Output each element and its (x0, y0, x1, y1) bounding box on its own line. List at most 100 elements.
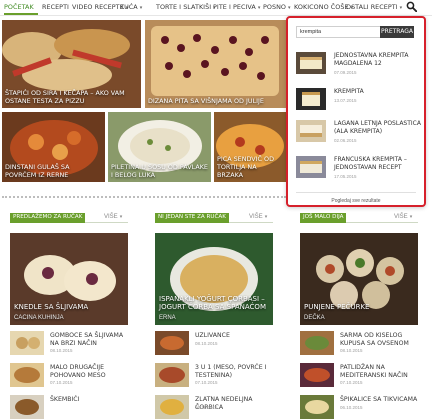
list-thumbnail (155, 331, 189, 355)
hero-caption: Pica sendvič od tortilja na brzaka (217, 155, 274, 179)
section-header: Ni jedan ste za ručak Više ▾ (155, 213, 273, 223)
list-item[interactable]: Malo drugačije pohovano meso 07.10.2015 (10, 363, 128, 391)
featured-card[interactable]: Punjene pečurke Dečka (300, 233, 418, 325)
nav-item-pocetak[interactable]: Početak (4, 3, 34, 11)
popup-divider (296, 192, 416, 193)
list-item-title: 3 u 1 (meso, povrće i testenina) (195, 364, 267, 379)
list-item[interactable]: Gomboce sa šljivama na brzi način 08.10.… (10, 331, 128, 359)
list-thumbnail (155, 363, 189, 387)
nav-label: Recepti (42, 3, 69, 11)
hero-tile-dizana-pita[interactable]: Dizana pita sa višnjama od Julije (145, 20, 286, 108)
featured-image (300, 233, 418, 325)
hero-caption: Dizana pita sa višnjama od Julije (148, 97, 264, 105)
featured-image (10, 233, 128, 325)
list-item-date: 08.10.2015 (195, 341, 218, 346)
list-thumbnail (300, 395, 334, 419)
list-item-date: 06.10.2015 (195, 405, 218, 410)
view-all-results-link[interactable]: Pogledaj sve rezultate (288, 198, 424, 204)
result-date: 02.06.2015 (334, 138, 357, 143)
list-item-title: Patlidžan na mediteranski način (340, 364, 408, 379)
hero-caption: Dinstani gulaš sa povrćem iz rerne (5, 163, 70, 179)
list-item[interactable]: Patlidžan na mediteranski način 07.10.20… (300, 363, 418, 391)
nav-label: Početak (4, 3, 34, 11)
chevron-down-icon: ▾ (399, 5, 403, 11)
result-title: Francuska krempita – jednostavan recept (334, 156, 407, 171)
list-item[interactable]: 3 u 1 (meso, povrće i testenina) 07.10.2… (155, 363, 273, 391)
nav-item-posno[interactable]: Posno ▾ (263, 3, 291, 11)
list-thumbnail (300, 331, 334, 355)
list-thumbnail (10, 395, 44, 419)
section-title: Još malo dija (300, 213, 347, 223)
list-item-date: 06.10.2015 (340, 405, 363, 410)
section-ni-jedan: Ni jedan ste za ručak Više ▾ Ispanakli Yo… (155, 213, 273, 419)
hero-caption: Piletina u sosu od pavlake i belog luka (111, 163, 208, 179)
search-popup: Pretraga Jednostavna krempita Magdalena … (286, 16, 426, 207)
nav-label: Kuća (120, 3, 138, 11)
featured-image (155, 233, 273, 325)
hero-tile-piletina[interactable]: Piletina u sosu od pavlake i belog luka (108, 112, 211, 182)
nav-item-recepti[interactable]: Recepti (42, 3, 69, 11)
list-item-title: Uzlivance (195, 332, 230, 339)
list-item[interactable]: Zlatna nedeljna čorbica 06.10.2015 (155, 395, 273, 420)
search-result[interactable]: Lagana letnja poslastica (ala krempita) … (296, 120, 421, 152)
featured-card[interactable]: Ispanakli Yoğurt Çorbası – Jogurt čorba … (155, 233, 273, 325)
result-thumbnail (296, 52, 326, 74)
more-dropdown[interactable]: Više ▾ (104, 214, 122, 220)
hero-image (145, 20, 286, 108)
list-item-title: Špikalice sa tikvicama (340, 396, 418, 403)
chevron-down-icon: ▾ (257, 5, 261, 11)
search-result[interactable]: Krempita 13.07.2015 (296, 88, 420, 120)
list-item-date: 07.10.2015 (50, 380, 73, 385)
list-thumbnail (10, 363, 44, 387)
featured-author: Dečka (304, 315, 325, 321)
result-thumbnail (296, 88, 326, 110)
search-input[interactable] (296, 26, 386, 38)
result-title: Jednostavna krempita Magdalena 12 (334, 52, 409, 67)
featured-card[interactable]: Knedle sa šljivama Cacina kuhinja (10, 233, 128, 325)
list-item-date: 08.10.2015 (50, 348, 73, 353)
list-item[interactable]: Uzlivance 08.10.2015 (155, 331, 273, 359)
list-thumbnail (10, 331, 44, 355)
chevron-down-icon: ▾ (288, 5, 291, 11)
more-dropdown[interactable]: Više ▾ (394, 214, 412, 220)
list-item[interactable]: Sarma od kiselog kupusa sa ovsenom 08.10… (300, 331, 418, 359)
result-date: 13.07.2015 (334, 98, 357, 103)
nav-item-ostali-recepti[interactable]: Ostali recepti ▾ (346, 3, 402, 11)
hero-tile-pica-sendvic[interactable]: Pica sendvič od tortilja na brzaka (214, 112, 286, 182)
nav-label: Video recepte (72, 3, 124, 11)
hero-tile-gulas[interactable]: Dinstani gulaš sa povrćem iz rerne (2, 112, 105, 182)
search-result[interactable]: Jednostavna krempita Magdalena 12 07.09.… (296, 52, 420, 84)
nav-label: Kokicono čoše (294, 3, 349, 11)
more-dropdown[interactable]: Više ▾ (249, 214, 267, 220)
list-item-title: Sarma od kiselog kupusa sa ovsenom (340, 332, 409, 347)
search-result[interactable]: Francuska krempita – jednostavan recept … (296, 156, 420, 188)
nav-label: Torte i slatkiši (156, 3, 212, 11)
nav-item-pite-i-peciva[interactable]: Pite i peciva ▾ (213, 3, 260, 11)
search-toggle-button[interactable] (406, 1, 420, 14)
section-predlazemo: Predlažemo za ručak Više ▾ Knedle sa šlji… (10, 213, 128, 419)
featured-title: Knedle sa šljivama (14, 303, 89, 311)
chevron-down-icon: ▾ (264, 214, 268, 220)
main-nav: Početak Recepti Video recepte ▾ Kuća ▾ Tor… (0, 0, 432, 16)
list-item[interactable]: Špikalice sa tikvicama 06.10.2015 (300, 395, 418, 420)
list-thumbnail (300, 363, 334, 387)
section-title: Predlažemo za ručak (10, 213, 86, 223)
result-date: 07.09.2015 (334, 70, 357, 75)
result-thumbnail (296, 156, 326, 178)
more-label: Više (394, 214, 408, 220)
list-item-date: 08.10.2015 (340, 348, 363, 353)
nav-label: Ostali recepti (346, 3, 398, 11)
nav-item-kuca[interactable]: Kuća ▾ (120, 3, 142, 11)
list-item[interactable]: Škembići (10, 395, 128, 420)
hero-tile-stapici[interactable]: Štapići od sira i kečapa – ako vam ostan… (2, 20, 141, 108)
list-thumbnail (155, 395, 189, 419)
featured-title: Punjene pečurke (304, 303, 370, 311)
list-item-date: 07.10.2015 (340, 380, 363, 385)
result-title: Lagana letnja poslastica (ala krempita) (334, 120, 421, 135)
search-submit-button[interactable]: Pretraga (380, 26, 414, 38)
section-divider (2, 196, 286, 198)
nav-item-torte-i-slatkisi[interactable]: Torte i slatkiši ▾ (156, 3, 216, 11)
nav-item-kokicono-cose[interactable]: Kokicono čoše ▾ (294, 3, 353, 11)
chevron-down-icon: ▾ (409, 214, 413, 220)
list-item-title: Malo drugačije pohovano meso (50, 364, 106, 379)
